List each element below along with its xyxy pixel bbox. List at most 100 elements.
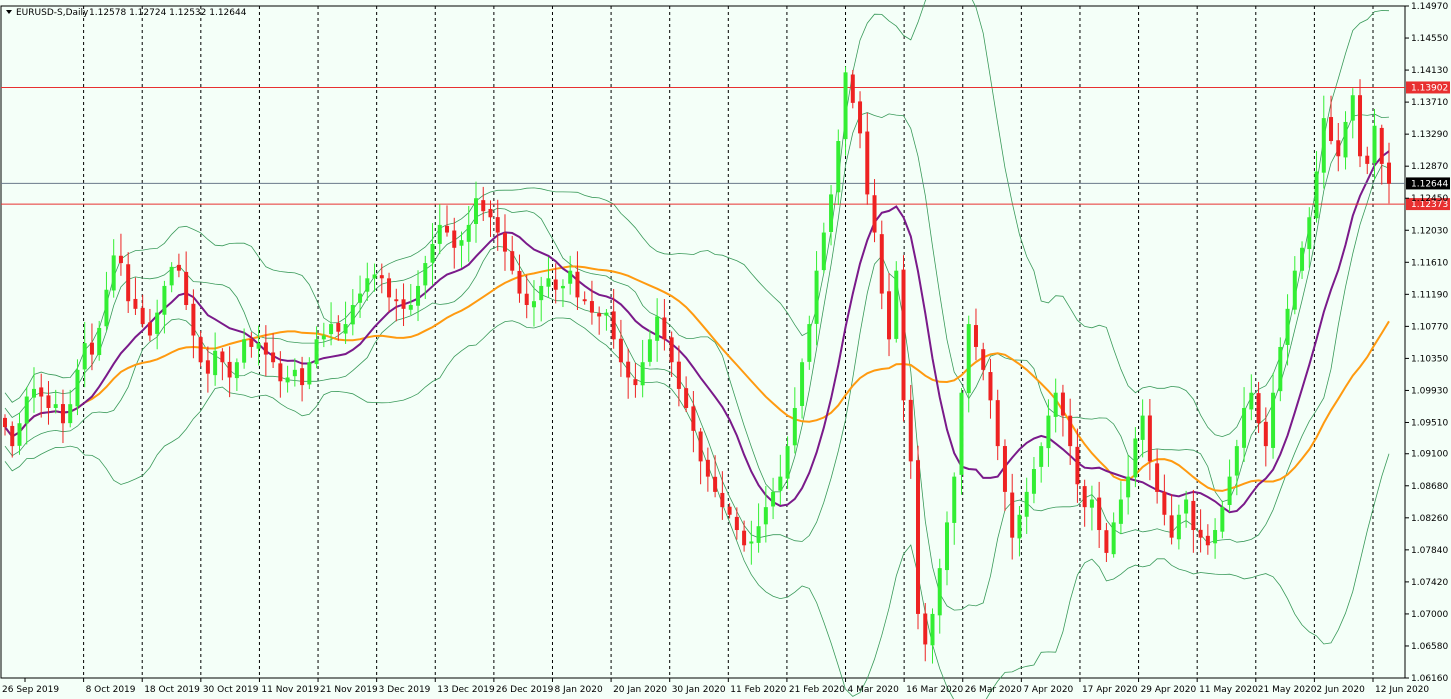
candle-bear <box>981 349 986 370</box>
candle-bull <box>966 324 971 394</box>
candle-bull <box>1321 118 1326 173</box>
candle-bull <box>430 243 435 263</box>
candle-bear <box>89 342 94 355</box>
symbol-label: EURUSD-S,Daily <box>16 8 89 18</box>
candle-bull <box>1184 499 1189 514</box>
candle-bull <box>1118 499 1123 524</box>
chart-root[interactable]: 1.13902 1.12373 1.12644 1.14970 1.14550 1.14… <box>0 0 1451 699</box>
candle-bear <box>133 298 138 309</box>
y-tick-label: 1.14130 <box>1411 66 1448 76</box>
candle-bear <box>1358 95 1363 157</box>
y-tick-label: 1.06580 <box>1411 642 1448 652</box>
candle-bear <box>1387 162 1391 184</box>
candle-bull <box>104 289 109 327</box>
candle-bear <box>995 400 1000 447</box>
y-tick-label: 1.11610 <box>1411 258 1448 268</box>
y-tick-label: 1.09930 <box>1411 386 1448 396</box>
candle-bull <box>1140 415 1145 440</box>
candle-bull <box>778 476 783 491</box>
candle-bear <box>126 264 131 302</box>
candle-bear <box>742 530 747 546</box>
candle-bear <box>401 299 406 309</box>
candle-bear <box>1097 497 1102 531</box>
candle-bear <box>1104 530 1109 553</box>
candle-bear <box>495 217 500 233</box>
candle-bear <box>1379 127 1384 164</box>
candle-bull <box>785 446 790 479</box>
x-tick-label: 16 Mar 2020 <box>906 685 963 695</box>
candle-bull <box>531 301 536 308</box>
candle-bull <box>1126 476 1131 498</box>
y-tick-label: 1.12450 <box>1411 194 1448 204</box>
x-tick-label: 21 May 2020 <box>1258 685 1317 695</box>
x-tick-label: 20 Jan 2020 <box>613 685 667 695</box>
candle-bear <box>1191 500 1196 531</box>
candle-bear <box>1162 491 1167 515</box>
candle-bear <box>1002 446 1007 492</box>
candle-bull <box>358 293 363 303</box>
candle-bull <box>894 270 899 339</box>
x-tick-label: 12 Jun 2020 <box>1375 685 1429 695</box>
candle-bull <box>1031 469 1036 494</box>
candle-bull <box>365 278 370 292</box>
inner-band-lower-line <box>4 164 1390 611</box>
candle-bull <box>285 377 290 383</box>
bollinger-bands <box>4 0 1390 699</box>
candle-bear <box>198 337 203 363</box>
y-tick-label: 1.08680 <box>1411 482 1448 492</box>
candle-bear <box>300 368 305 386</box>
candle-bear <box>481 200 486 212</box>
x-tick-label: 21 Nov 2019 <box>320 685 378 695</box>
x-tick-label: 11 May 2020 <box>1199 685 1258 695</box>
candle-bear <box>1329 117 1334 142</box>
candle-bull <box>1053 392 1058 417</box>
candle-bear <box>879 234 884 294</box>
band-lower-line <box>4 317 1390 699</box>
candle-bear <box>1205 535 1210 546</box>
candle-bull <box>473 198 478 225</box>
candle-bear <box>618 338 623 363</box>
y-tick-label: 1.10350 <box>1411 354 1448 364</box>
candle-bull <box>314 339 319 365</box>
y-tick-label: 1.13710 <box>1411 98 1448 108</box>
candle-bear <box>1198 529 1203 538</box>
candle-bull <box>292 369 297 377</box>
candle-bear <box>589 301 594 313</box>
candle-bear <box>669 337 674 363</box>
candle-bull <box>763 507 768 525</box>
candle-bear <box>140 307 145 325</box>
candle-bear <box>502 233 507 252</box>
ma-slow-line <box>4 265 1390 492</box>
candle-bull <box>24 396 29 424</box>
candle-bear <box>1147 415 1152 462</box>
moving-averages <box>4 150 1390 514</box>
symbol-dropdown-icon[interactable] <box>6 10 12 14</box>
candle-bear <box>60 404 65 424</box>
chart-header: EURUSD-S,Daily 1.12578 1.12724 1.12532 1… <box>6 8 247 18</box>
candle-bear <box>923 613 928 645</box>
candle-bull <box>1039 446 1044 467</box>
candle-bear <box>118 255 123 264</box>
y-tick-label: 1.09100 <box>1411 450 1448 460</box>
candle-bear <box>611 311 616 340</box>
candle-bull <box>952 476 957 523</box>
x-tick-label: 11 Nov 2019 <box>261 685 319 695</box>
y-tick-label: 1.12870 <box>1411 162 1448 172</box>
candle-bear <box>510 251 515 271</box>
candle-bull <box>459 240 464 246</box>
candle-bull <box>1046 415 1051 449</box>
candle-bear <box>220 351 225 363</box>
x-tick-label: 21 Feb 2020 <box>789 685 845 695</box>
y-tick-label: 1.07000 <box>1411 610 1448 620</box>
candle-bear <box>713 476 718 492</box>
candle-bull <box>1242 407 1247 448</box>
y-tick-label: 1.12030 <box>1411 226 1448 236</box>
candle-bull <box>1017 514 1022 539</box>
candle-bear <box>1263 421 1268 447</box>
candle-bear <box>684 388 689 408</box>
candle-bear <box>582 299 587 302</box>
candle-bear <box>1082 486 1087 508</box>
candle-bull <box>944 522 949 571</box>
price-chart[interactable]: 1.139021.123731.12644 1.149701.145501.14… <box>0 0 1451 699</box>
candle-bear <box>1336 140 1341 157</box>
